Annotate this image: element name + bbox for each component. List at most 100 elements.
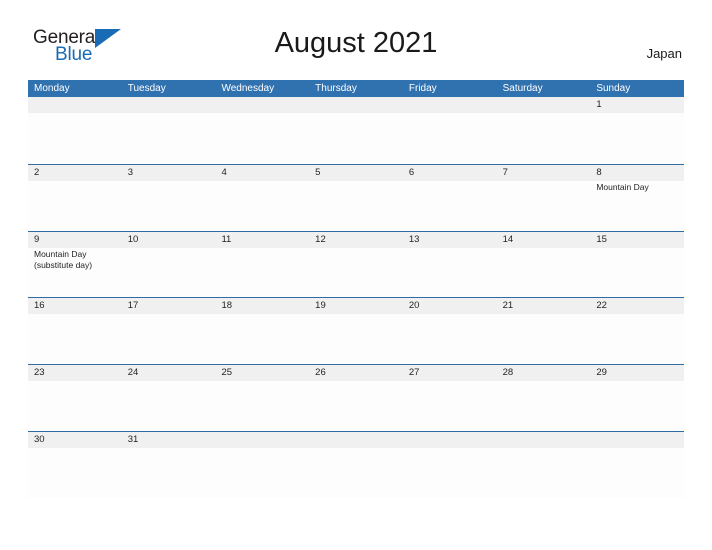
day-cell[interactable]: 11 (215, 232, 309, 298)
week-row: 2 3 4 5 6 7 8 Mountain Day (28, 163, 684, 231)
holiday-label-line: Mountain Day (596, 181, 649, 192)
day-cell[interactable]: 3 (122, 165, 216, 231)
day-number: 27 (408, 367, 420, 379)
day-of-week-wednesday: Wednesday (221, 83, 275, 94)
holiday-label-line: Mountain Day (34, 248, 87, 259)
day-number: 19 (315, 300, 326, 312)
day-cell[interactable]: 1 (590, 97, 684, 164)
day-cell[interactable] (215, 432, 309, 498)
day-cell[interactable]: 30 (28, 432, 122, 498)
calendar-grid: Monday Tuesday Wednesday Thursday Friday… (28, 80, 684, 498)
day-number: 16 (34, 300, 45, 312)
day-cell[interactable]: 15 (590, 232, 684, 298)
day-number: 30 (34, 433, 45, 445)
page-title: August 2021 (274, 27, 438, 59)
day-number: 7 (502, 166, 508, 178)
day-cell[interactable] (403, 432, 497, 498)
day-number (503, 432, 587, 448)
day-number: 28 (502, 367, 514, 379)
day-number: 18 (221, 300, 233, 312)
day-cell[interactable]: 28 (497, 365, 591, 431)
day-cell[interactable]: 26 (309, 365, 403, 431)
day-cell[interactable] (122, 97, 216, 164)
day-cell[interactable]: 31 (122, 432, 216, 498)
day-cell[interactable]: 16 (28, 298, 122, 364)
holiday-label: Mountain Day (596, 182, 680, 194)
day-number: 8 (596, 166, 602, 178)
day-cell[interactable] (497, 432, 591, 498)
holiday-label-line: (substitute day) (34, 260, 93, 271)
day-cell[interactable]: 12 (309, 232, 403, 298)
day-cell[interactable]: 2 (28, 165, 122, 231)
country-label: Japan (646, 46, 682, 61)
week-row: 1 (28, 97, 684, 164)
day-number: 4 (221, 166, 227, 178)
day-of-week-saturday: Saturday (502, 83, 543, 94)
day-cell[interactable]: 17 (122, 298, 216, 364)
day-of-week-monday: Monday (34, 83, 70, 94)
day-cell[interactable]: 8 Mountain Day (590, 165, 684, 231)
day-number: 9 (34, 233, 40, 245)
day-number: 25 (221, 367, 233, 379)
day-cell[interactable]: 20 (403, 298, 497, 364)
day-cell[interactable] (590, 432, 684, 498)
day-cell[interactable]: 21 (497, 298, 591, 364)
day-cell[interactable] (403, 97, 497, 164)
day-cell[interactable]: 23 (28, 365, 122, 431)
day-number: 2 (34, 166, 40, 178)
day-number: 17 (127, 300, 139, 312)
day-number: 10 (127, 233, 139, 245)
day-cell[interactable] (309, 432, 403, 498)
day-cell[interactable]: 10 (122, 232, 216, 298)
day-of-week-header: Monday Tuesday Wednesday Thursday Friday… (28, 80, 684, 97)
day-number (503, 97, 587, 113)
day-number: 24 (127, 367, 139, 379)
day-cell[interactable] (28, 97, 122, 164)
day-number: 26 (315, 367, 326, 379)
day-cell[interactable]: 7 (497, 165, 591, 231)
day-number (315, 97, 399, 113)
day-cell[interactable]: 25 (215, 365, 309, 431)
calendar-page: General Blue August 2021 Japan Monday Tu… (0, 0, 712, 550)
day-cell[interactable]: 6 (403, 165, 497, 231)
day-of-week-thursday: Thursday (315, 83, 357, 94)
holiday-label: Mountain Day (substitute day) (34, 249, 118, 272)
day-cell[interactable]: 27 (403, 365, 497, 431)
day-number (221, 432, 305, 448)
day-number: 11 (221, 233, 232, 245)
day-cell[interactable]: 9 Mountain Day (substitute day) (28, 232, 122, 298)
day-number: 29 (596, 367, 607, 379)
day-cell[interactable] (215, 97, 309, 164)
page-header: General Blue August 2021 Japan (0, 0, 712, 80)
week-row: 23 24 25 26 27 28 29 (28, 364, 684, 431)
day-number: 3 (127, 166, 134, 178)
day-cell[interactable] (309, 97, 403, 164)
day-of-week-sunday: Sunday (596, 83, 631, 94)
day-number (128, 97, 212, 113)
day-cell[interactable]: 18 (215, 298, 309, 364)
day-cell[interactable]: 5 (309, 165, 403, 231)
day-cell[interactable]: 29 (590, 365, 684, 431)
day-number (221, 97, 305, 113)
day-cell[interactable]: 22 (590, 298, 684, 364)
week-row: 9 Mountain Day (substitute day) 10 11 12… (28, 230, 684, 298)
day-of-week-tuesday: Tuesday (127, 83, 166, 94)
day-cell[interactable]: 13 (403, 232, 497, 298)
day-cell[interactable]: 14 (497, 232, 591, 298)
day-number (34, 97, 118, 113)
day-cell[interactable]: 24 (122, 365, 216, 431)
day-number: 20 (408, 300, 420, 312)
day-cell[interactable]: 4 (215, 165, 309, 231)
day-number (409, 432, 493, 448)
week-row: 30 31 (28, 430, 684, 498)
day-number: 31 (127, 433, 139, 445)
day-number: 15 (596, 233, 607, 245)
day-number: 12 (315, 233, 326, 245)
day-number (409, 97, 493, 113)
day-number: 1 (596, 99, 602, 110)
day-cell[interactable]: 19 (309, 298, 403, 364)
day-number (315, 432, 399, 448)
day-number: 23 (34, 367, 45, 379)
day-number: 21 (502, 300, 514, 312)
day-cell[interactable] (497, 97, 591, 164)
